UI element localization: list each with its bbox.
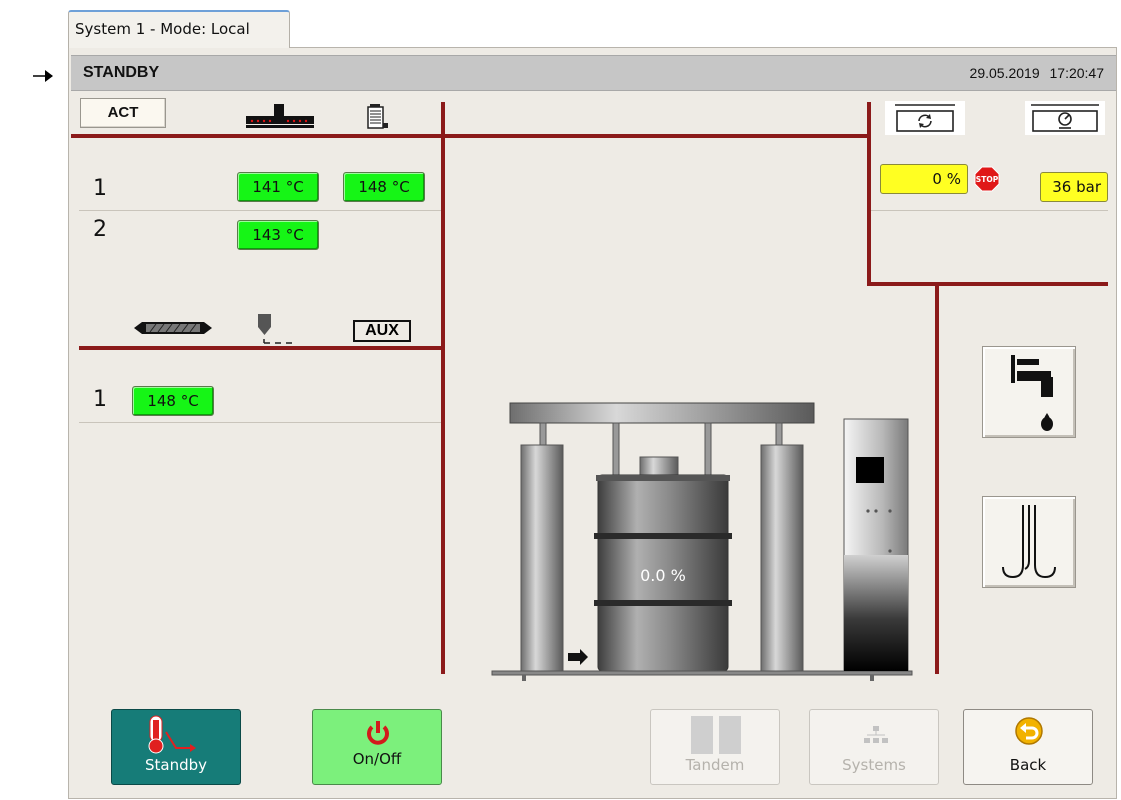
aux-row-1-number: 1 xyxy=(93,387,107,412)
status-bar: STANDBY 29.05.2019 17:20:47 xyxy=(71,55,1116,91)
status-state: STANDBY xyxy=(83,64,160,81)
status-time: 17:20:47 xyxy=(1049,65,1105,81)
stop-sign-icon[interactable]: STOP xyxy=(974,166,1000,192)
tank-icon xyxy=(367,104,388,129)
hose-row-2-number: 2 xyxy=(93,217,107,242)
aux-label: AUX xyxy=(353,320,411,342)
divider-top-mid xyxy=(443,134,870,138)
heating-coil-icon xyxy=(1002,505,1056,579)
status-datetime: 29.05.2019 17:20:47 xyxy=(970,65,1104,81)
on-off-button[interactable]: On/Off xyxy=(312,709,442,785)
gauge-icon xyxy=(1031,104,1099,132)
pump-level-value[interactable]: 0 % xyxy=(880,164,968,194)
hose-row-1-number: 1 xyxy=(93,176,107,201)
systems-button[interactable]: Systems xyxy=(809,709,939,785)
nozzle-icon xyxy=(258,314,292,344)
divider-pump xyxy=(867,102,871,283)
hose-1-temp-a[interactable]: 141 °C xyxy=(237,172,319,202)
row-separator xyxy=(79,422,441,423)
tandem-icon xyxy=(691,716,741,754)
divider-right-column xyxy=(935,283,939,674)
standby-button[interactable]: Standby xyxy=(111,709,241,785)
tab-system[interactable]: System 1 - Mode: Local xyxy=(68,10,290,48)
hose-1-temp-b[interactable]: 148 °C xyxy=(343,172,425,202)
act-button[interactable]: ACT xyxy=(80,98,166,128)
aux-1-temp[interactable]: 148 °C xyxy=(132,386,214,416)
gauge-button[interactable] xyxy=(1025,101,1105,135)
heater-bar-icon xyxy=(246,104,314,128)
divider-aux xyxy=(79,346,443,350)
drum-fill-level: 0.0 % xyxy=(640,566,686,585)
power-icon xyxy=(367,721,389,745)
back-arrow-icon xyxy=(1015,717,1043,745)
melter-machine-graphic xyxy=(491,402,913,681)
tandem-button[interactable]: Tandem xyxy=(650,709,780,785)
back-button[interactable]: Back xyxy=(963,709,1093,785)
tandem-label: Tandem xyxy=(685,756,745,774)
arrow-right-icon xyxy=(33,70,53,82)
hose-2-temp-a[interactable]: 143 °C xyxy=(237,220,319,250)
heating-button[interactable] xyxy=(982,496,1076,588)
thermometer-icon xyxy=(148,715,196,754)
screen: System 1 - Mode: Local STANDBY 29.05.201… xyxy=(0,0,1121,800)
on-off-label: On/Off xyxy=(352,750,402,768)
divider-left-column xyxy=(441,102,445,674)
divider-pump-bottom xyxy=(867,282,1108,286)
dispense-button[interactable] xyxy=(982,346,1076,438)
row-separator xyxy=(79,210,441,211)
hose-icon xyxy=(134,322,212,334)
svg-text:STOP: STOP xyxy=(976,175,999,184)
back-label: Back xyxy=(1009,756,1047,774)
divider-top-left xyxy=(71,134,443,138)
systems-label: Systems xyxy=(842,756,906,774)
pump-pressure-value[interactable]: 36 bar xyxy=(1040,172,1108,202)
systems-icon xyxy=(864,726,888,743)
faucet-icon xyxy=(1011,355,1053,431)
row-separator xyxy=(871,210,1108,211)
refresh-button[interactable] xyxy=(885,101,965,135)
standby-label: Standby xyxy=(144,756,208,774)
refresh-icon xyxy=(895,104,955,132)
status-date: 29.05.2019 xyxy=(969,65,1040,81)
